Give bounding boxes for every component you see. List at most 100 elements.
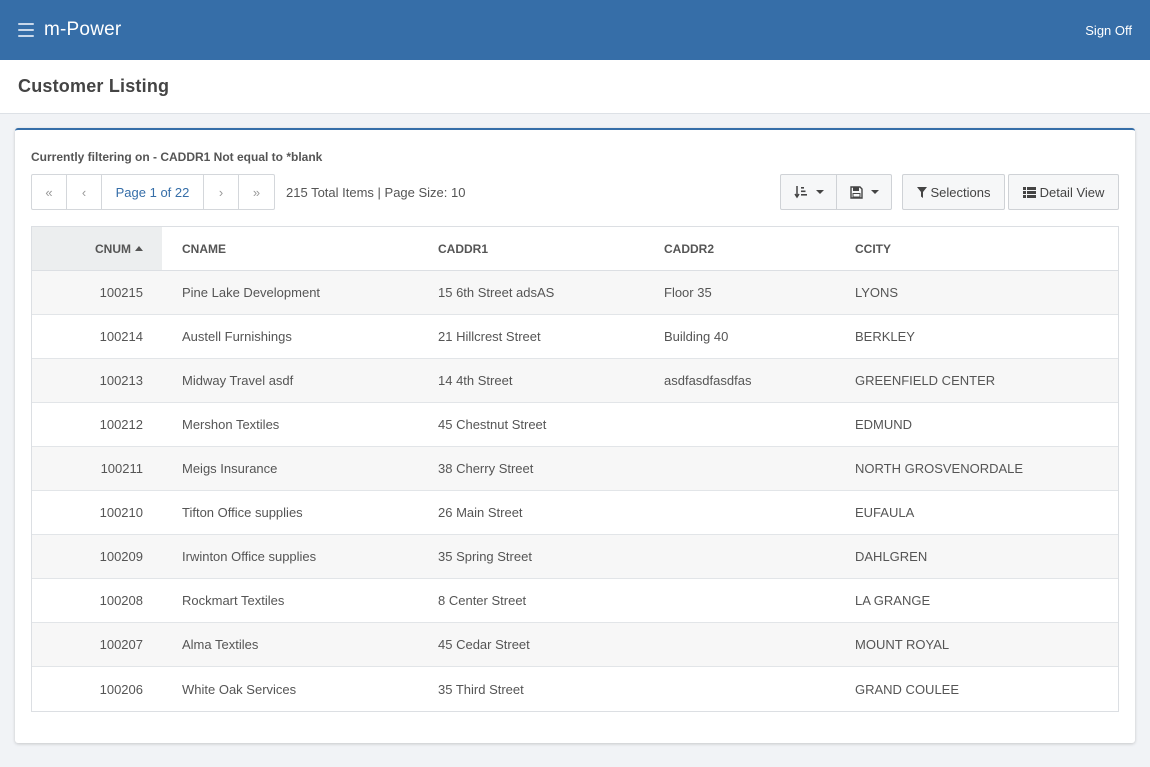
filter-note: Currently filtering on - CADDR1 Not equa… <box>31 150 323 164</box>
cell-caddr1: 14 4th Street <box>438 373 513 388</box>
sort-save-group <box>780 174 892 210</box>
cell-ccity: DAHLGREN <box>855 549 928 564</box>
caret-down-icon <box>815 190 824 194</box>
cell-cname: White Oak Services <box>182 681 297 697</box>
next-page-button[interactable]: › <box>204 175 239 209</box>
cell-caddr2 <box>644 579 835 622</box>
caret-down-icon <box>870 190 879 194</box>
filter-icon <box>916 186 927 198</box>
table-row[interactable]: 100211 Meigs Insurance 38 Cherry Street NOR… <box>32 447 1118 491</box>
column-header-cname[interactable]: CNAME <box>162 227 418 270</box>
table-row[interactable]: 100208 Rockmart Textiles 8 Center Street LA… <box>32 579 1118 623</box>
cell-caddr2: Floor 35 <box>664 285 712 300</box>
cell-ccity: NORTH GROSVENORDALE <box>855 461 1024 476</box>
column-header-caddr1[interactable]: CADDR1 <box>418 227 644 270</box>
cell-caddr1: 8 Center Street <box>438 593 527 608</box>
cell-cnum: 100214 <box>99 329 143 344</box>
cell-cname: Pine Lake Development <box>182 285 321 300</box>
cell-ccity: BERKLEY <box>855 329 915 344</box>
listing-card: Currently filtering on - CADDR1 Not equa… <box>15 128 1135 743</box>
save-icon <box>849 185 863 199</box>
selections-button[interactable]: Selections <box>903 175 1004 209</box>
pagination: « ‹ Page 1 of 22 › » <box>31 174 275 210</box>
menu-icon[interactable] <box>18 23 34 37</box>
sort-order-button[interactable] <box>781 175 837 209</box>
cell-ccity: LA GRANGE <box>855 593 931 608</box>
cell-caddr2 <box>644 535 835 578</box>
table-row[interactable]: 100207 Alma Textiles 45 Cedar Street MOUNT … <box>32 623 1118 667</box>
cell-ccity: GRAND COULEE <box>855 681 960 697</box>
cell-caddr2 <box>644 623 835 666</box>
detail-view-group: Detail View <box>1008 174 1119 210</box>
cell-cnum: 100206 <box>99 681 143 697</box>
table-row[interactable]: 100213 Midway Travel asdf 14 4th Street asd… <box>32 359 1118 403</box>
page-header: Customer Listing <box>0 60 1150 114</box>
cell-caddr1: 35 Spring Street <box>438 549 532 564</box>
cell-cnum: 100213 <box>99 373 143 388</box>
cell-cnum: 100211 <box>100 461 143 476</box>
cell-cname: Rockmart Textiles <box>182 593 285 608</box>
cell-caddr2: asdfasdfasdfas <box>664 373 752 388</box>
detail-view-button[interactable]: Detail View <box>1009 175 1118 209</box>
prev-page-button[interactable]: ‹ <box>67 175 102 209</box>
table-body: 100215 Pine Lake Development 15 6th Street… <box>32 271 1118 711</box>
cell-ccity: GREENFIELD CENTER <box>855 373 996 388</box>
cell-cname: Midway Travel asdf <box>182 373 294 388</box>
page-title: Customer Listing <box>18 76 170 96</box>
table-row[interactable]: 100214 Austell Furnishings 21 Hillcrest St… <box>32 315 1118 359</box>
cell-cname: Austell Furnishings <box>182 329 292 344</box>
table-row[interactable]: 100215 Pine Lake Development 15 6th Street… <box>32 271 1118 315</box>
last-page-button[interactable]: » <box>239 175 274 209</box>
cell-cnum: 100210 <box>99 505 143 520</box>
cell-caddr1: 26 Main Street <box>438 505 523 520</box>
cell-caddr1: 35 Third Street <box>438 681 524 697</box>
sign-off-link[interactable]: Sign Off <box>1085 23 1132 38</box>
cell-caddr1: 15 6th Street adsAS <box>438 285 555 300</box>
page-indicator-button[interactable]: Page 1 of 22 <box>102 175 204 209</box>
table-row[interactable]: 100212 Mershon Textiles 45 Chestnut Street… <box>32 403 1118 447</box>
list-icon <box>1022 186 1036 198</box>
customer-table: CNUM CNAME CADDR1 CADDR2 CCITY 100215 Pin… <box>31 226 1119 712</box>
cell-caddr1: 38 Cherry Street <box>438 461 534 476</box>
cell-cname: Tifton Office supplies <box>182 505 303 520</box>
cell-ccity: LYONS <box>855 285 899 300</box>
selections-group: Selections <box>902 174 1005 210</box>
cell-caddr1: 21 Hillcrest Street <box>438 329 541 344</box>
cell-cname: Alma Textiles <box>182 637 259 652</box>
first-page-button[interactable]: « <box>32 175 67 209</box>
save-export-button[interactable] <box>837 175 891 209</box>
table-row[interactable]: 100210 Tifton Office supplies 26 Main Stre… <box>32 491 1118 535</box>
column-header-cnum[interactable]: CNUM <box>32 227 162 270</box>
cell-ccity: EUFAULA <box>855 505 915 520</box>
brand: m-Power <box>18 19 121 41</box>
cell-cname: Irwinton Office supplies <box>182 549 317 564</box>
cell-cnum: 100209 <box>99 549 143 564</box>
column-header-ccity[interactable]: CCITY <box>835 227 1118 270</box>
app-title: m-Power <box>44 19 122 40</box>
column-label: CNUM <box>95 241 131 256</box>
cell-cname: Meigs Insurance <box>182 461 278 476</box>
totals-text: 215 Total Items | Page Size: 10 <box>286 185 466 200</box>
column-header-caddr2[interactable]: CADDR2 <box>644 227 835 270</box>
cell-caddr2: Building 40 <box>664 329 729 344</box>
cell-cnum: 100207 <box>99 637 143 652</box>
cell-caddr2 <box>644 403 835 446</box>
cell-caddr1: 45 Chestnut Street <box>438 417 547 432</box>
table-row[interactable]: 100206 White Oak Services 35 Third Street G… <box>32 667 1118 711</box>
cell-caddr2 <box>644 447 835 490</box>
top-navbar: m-Power Sign Off <box>0 0 1150 60</box>
cell-ccity: MOUNT ROYAL <box>855 637 950 652</box>
cell-caddr2 <box>644 491 835 534</box>
detail-view-label: Detail View <box>1039 184 1105 200</box>
table-row[interactable]: 100209 Irwinton Office supplies 35 Spring … <box>32 535 1118 579</box>
cell-cnum: 100215 <box>99 285 143 300</box>
cell-cname: Mershon Textiles <box>182 417 280 432</box>
selections-label: Selections <box>930 184 991 200</box>
cell-caddr2 <box>644 667 835 711</box>
cell-cnum: 100212 <box>99 417 143 432</box>
table-header: CNUM CNAME CADDR1 CADDR2 CCITY <box>32 227 1118 271</box>
cell-ccity: EDMUND <box>855 417 913 432</box>
cell-cnum: 100208 <box>99 593 143 608</box>
sort-asc-icon <box>135 246 143 251</box>
sort-order-icon <box>793 185 808 199</box>
